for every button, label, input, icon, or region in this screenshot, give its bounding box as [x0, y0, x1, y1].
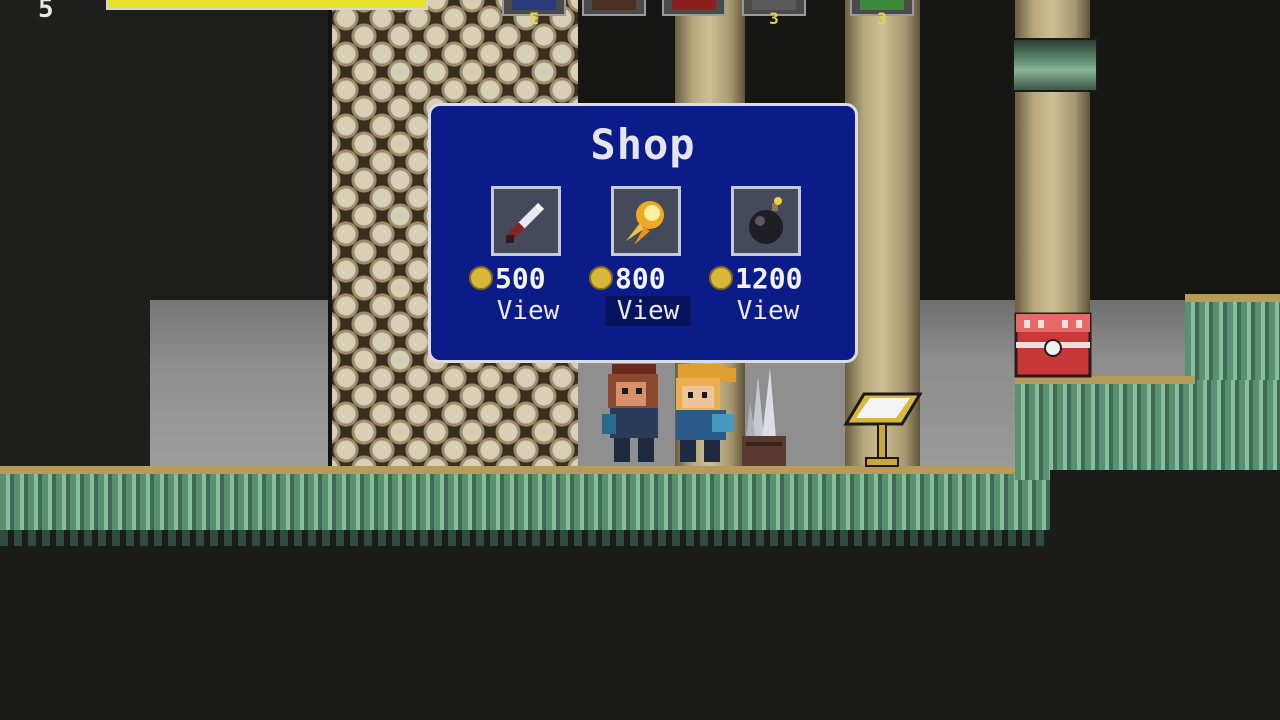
fog-layer-left: [150, 300, 330, 470]
health-bar-fill: [108, 0, 426, 8]
spike-trap: [742, 368, 786, 466]
item-slot-icon: [592, 0, 636, 10]
shop-item-fireball[interactable]: 800 View: [589, 186, 721, 336]
coin-icon: [709, 266, 733, 290]
hud-slot[interactable]: [582, 0, 646, 16]
knife-icon: [506, 203, 544, 243]
item-price: 500: [469, 262, 579, 295]
coin-icon: [469, 266, 493, 290]
shop-title: Shop: [590, 120, 696, 169]
bomb-icon: [749, 197, 783, 244]
item-icon-frame: [611, 186, 681, 256]
hud-slot-count: 3: [877, 9, 887, 28]
moss-ring: [1012, 38, 1098, 92]
coin-icon: [589, 266, 613, 290]
player-character: [602, 364, 658, 462]
item-icon-frame: [491, 186, 561, 256]
shop-item-knife[interactable]: 500 View: [469, 186, 601, 336]
item-price: 800: [589, 262, 699, 295]
view-button[interactable]: View: [725, 296, 811, 326]
item-price: 1200: [709, 262, 819, 295]
hud-slot[interactable]: E: [502, 0, 566, 28]
item-icon-frame: [731, 186, 801, 256]
item-price-value: 500: [495, 262, 546, 295]
companion-character: [676, 364, 736, 462]
ledge-underside: [1050, 470, 1280, 550]
health-bar: [106, 0, 428, 10]
view-button[interactable]: View: [605, 296, 691, 326]
hud-slot[interactable]: 3: [850, 0, 914, 28]
hud-slot[interactable]: [662, 0, 726, 16]
hud-slot-count: 3: [769, 9, 779, 28]
ledge-edge-upper: [1185, 294, 1280, 302]
item-price-value: 800: [615, 262, 666, 295]
grass-ground: [0, 474, 1050, 534]
item-slot-icon: [672, 0, 716, 10]
shop-item-bomb[interactable]: 1200 View: [709, 186, 841, 336]
lectern-sign[interactable]: [840, 384, 922, 468]
view-button[interactable]: View: [485, 296, 571, 326]
game-scene: 5 E 3 3 Shop 500 View 800 View 1200 View: [0, 0, 1280, 720]
fireball-icon: [626, 201, 664, 245]
wall-shade: [328, 0, 332, 470]
treasure-chest[interactable]: [1014, 312, 1092, 378]
shop-dialog: Shop 500 View 800 View 1200 View: [428, 103, 858, 363]
hud-level: 5: [38, 0, 54, 24]
ground-shadow: [0, 530, 1060, 546]
item-price-value: 1200: [735, 262, 803, 295]
hud-slot-count: E: [529, 9, 539, 28]
grass-ledge: [1015, 380, 1280, 480]
hud-slot[interactable]: 3: [742, 0, 806, 28]
